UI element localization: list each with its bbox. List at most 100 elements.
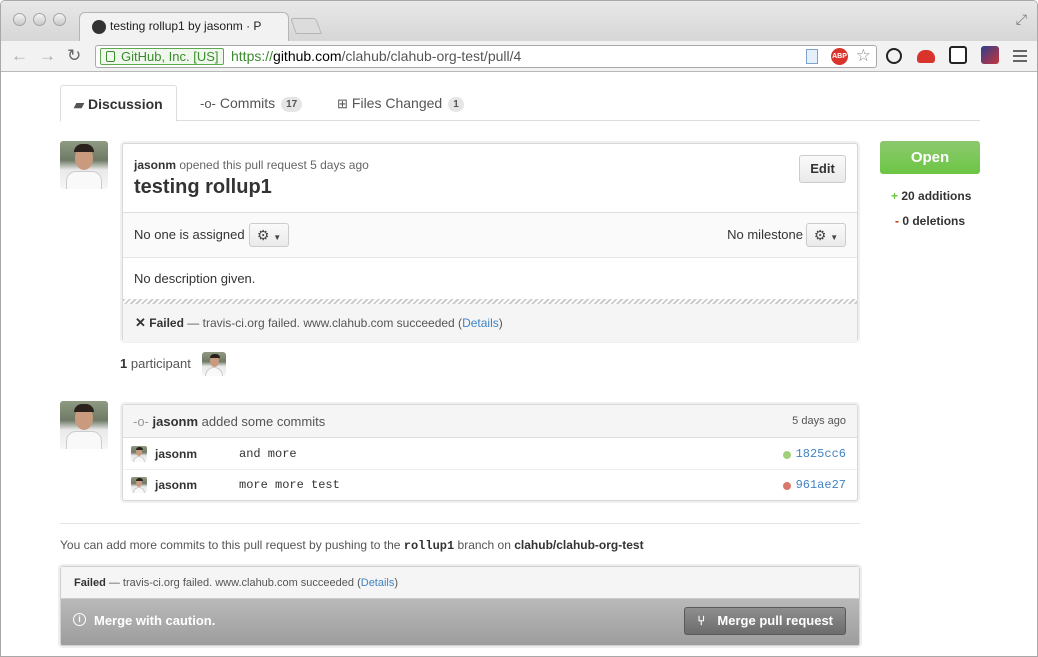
deletions-text: 0 deletions <box>902 214 966 228</box>
assignee-text: No one is assigned <box>134 227 245 242</box>
repo-name[interactable]: clahub/clahub-org-test <box>514 538 643 552</box>
merge-pull-request-button[interactable]: ⑂ Merge pull request <box>684 607 846 635</box>
milestone-text: No milestone <box>727 227 803 242</box>
url-scheme: https:// <box>231 48 274 64</box>
participants: 1 participant <box>120 356 191 371</box>
merge-icon: ⑂ <box>697 613 706 628</box>
commit-author[interactable]: jasonm <box>155 470 197 501</box>
merge-action-bar: i Merge with caution. ⑂ Merge pull reque… <box>61 599 859 645</box>
author-link[interactable]: jasonm <box>134 158 176 172</box>
tab-discussion-label: Discussion <box>88 96 163 112</box>
merge-button-label: Merge pull request <box>717 613 833 628</box>
fullscreen-icon[interactable]: ⤢ <box>1016 11 1027 28</box>
address-bar-url[interactable]: https://github.com/clahub/clahub-org-tes… <box>231 48 521 64</box>
merge-status-text: — travis-ci.org failed. www.clahub.com s… <box>108 577 361 589</box>
build-success-dot[interactable] <box>783 451 791 459</box>
tab-discussion[interactable]: ▰ Discussion <box>60 85 177 122</box>
status-text: — travis-ci.org failed. www.clahub.com s… <box>187 316 463 330</box>
assignee-gear-button[interactable]: ⚙ ▼ <box>249 223 289 247</box>
browser-tab-title: testing rollup1 by jasonm · P <box>110 19 262 33</box>
browser-toolbar: ← → ↻ GitHub, Inc. [US] https://github.c… <box>1 41 1037 72</box>
commit-message[interactable]: and more <box>239 439 297 470</box>
assignment-row: No one is assigned ⚙ ▼ No milestone ⚙ ▼ <box>123 213 857 258</box>
lock-icon <box>106 51 115 62</box>
participant-label: participant <box>130 356 191 371</box>
address-bar[interactable]: GitHub, Inc. [US] https://github.com/cla… <box>95 45 877 68</box>
files-count-badge: 1 <box>448 97 464 112</box>
avatar[interactable] <box>60 141 108 189</box>
commit-author-avatar[interactable] <box>131 446 147 462</box>
avatar[interactable] <box>60 401 108 449</box>
ev-certificate-label: GitHub, Inc. [US] <box>121 49 219 64</box>
caret-down-icon: ▼ <box>273 233 282 242</box>
merge-details-link[interactable]: Details <box>361 577 395 589</box>
divider <box>60 523 860 524</box>
build-failure-dot[interactable] <box>783 482 791 490</box>
reload-icon[interactable]: ↻ <box>67 46 81 66</box>
details-link[interactable]: Details <box>462 316 499 330</box>
browser-tab[interactable]: testing rollup1 by jasonm · P <box>79 12 289 41</box>
commit-sha-link[interactable]: 961ae27 <box>796 470 846 501</box>
merge-status-close-paren: ) <box>394 577 399 589</box>
commits-timestamp: 5 days ago <box>792 415 846 427</box>
back-arrow-icon[interactable]: ← <box>11 46 28 66</box>
tab-commits-label: Commits <box>219 95 276 111</box>
commits-event: -o- jasonm added some commits 5 days ago… <box>122 404 858 501</box>
browser-window: testing rollup1 by jasonm · P ⤢ ← → ↻ Gi… <box>0 0 1038 657</box>
gear-icon: ⚙ <box>813 227 827 243</box>
description-row: No description given. <box>123 258 857 300</box>
merge-box: Failed — travis-ci.org failed. www.clahu… <box>60 566 860 646</box>
commit-message[interactable]: more more test <box>239 470 340 501</box>
commit-author[interactable]: jasonm <box>155 439 197 470</box>
participant-count: 1 <box>120 356 128 371</box>
participant-avatar[interactable] <box>202 352 226 376</box>
close-icon: ✕ <box>135 315 146 330</box>
commit-author-avatar[interactable] <box>131 477 147 493</box>
tab-files-changed[interactable]: ⊞ Files Changed 1 <box>337 85 464 121</box>
edit-button[interactable]: Edit <box>799 155 846 183</box>
extension-s-icon[interactable] <box>949 46 967 64</box>
diff-icon: ⊞ <box>337 96 348 111</box>
url-host: github.com <box>273 48 342 64</box>
branch-name: rollup1 <box>403 539 455 553</box>
additions-text: 20 additions <box>901 189 972 203</box>
tab-commits[interactable]: -o- Commits 17 <box>200 85 303 121</box>
milestone-gear-button[interactable]: ⚙ ▼ <box>806 223 846 247</box>
merge-status-row: Failed — travis-ci.org failed. www.clahu… <box>61 567 859 599</box>
tab-files-changed-label: Files Changed <box>351 95 443 111</box>
pull-request-body: jasonm opened this pull request 5 days a… <box>122 143 858 342</box>
author-link[interactable]: jasonm <box>153 414 199 429</box>
ci-status-row: ✕ Failed — travis-ci.org failed. www.cla… <box>123 304 857 342</box>
zoom-window-button[interactable] <box>53 13 66 26</box>
extension-couch-icon[interactable] <box>917 50 935 63</box>
ev-certificate-badge[interactable]: GitHub, Inc. [US] <box>100 48 224 65</box>
push-hint-middle: branch on <box>457 538 511 552</box>
minus-sign: - <box>895 214 899 228</box>
commit-sha-link[interactable]: 1825cc6 <box>796 439 846 470</box>
extension-flag-icon[interactable] <box>981 46 999 64</box>
commits-count-badge: 17 <box>281 97 303 112</box>
new-tab-button[interactable] <box>290 18 322 34</box>
page-title: testing rollup1 <box>134 176 272 198</box>
minimize-window-button[interactable] <box>33 13 46 26</box>
page-icon[interactable] <box>806 49 818 64</box>
caret-down-icon: ▼ <box>830 233 839 242</box>
extension-sync-icon[interactable] <box>886 48 902 64</box>
bookmark-star-icon[interactable]: ☆ <box>856 46 871 66</box>
adblock-icon[interactable]: ABP <box>831 48 848 65</box>
push-hint: You can add more commits to this pull re… <box>60 538 644 553</box>
merge-caution-text: Merge with caution. <box>94 613 216 628</box>
deletions-stat: - 0 deletions <box>895 214 965 228</box>
forward-arrow-icon[interactable]: → <box>39 46 56 66</box>
info-icon: i <box>73 613 86 626</box>
close-window-button[interactable] <box>13 13 26 26</box>
commit-icon: -o- <box>133 414 149 429</box>
commit-icon: -o- <box>200 96 216 111</box>
browser-menu-icon[interactable] <box>1013 47 1027 65</box>
pull-request-meta: jasonm opened this pull request 5 days a… <box>134 158 369 172</box>
page-content: ▰ Discussion -o- Commits 17 ⊞ Files Changed 1… <box>1 73 1037 656</box>
push-hint-prefix: You can add more commits to this pull re… <box>60 538 401 552</box>
browser-tab-strip: testing rollup1 by jasonm · P ⤢ <box>1 1 1037 41</box>
table-row: jasonm and more 1825cc6 <box>123 439 857 470</box>
github-favicon-icon <box>92 20 106 34</box>
